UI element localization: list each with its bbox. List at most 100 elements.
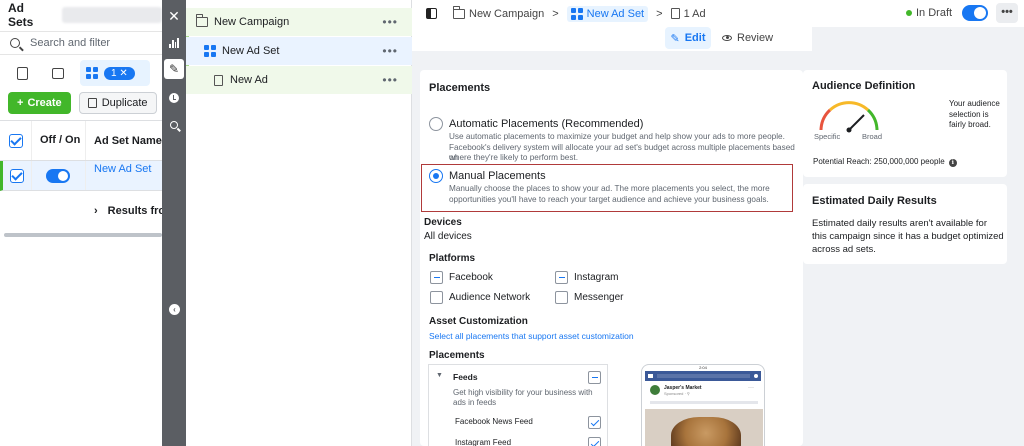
column-off-on[interactable]: Off / On bbox=[32, 121, 86, 160]
manual-placements-radio[interactable] bbox=[429, 169, 443, 183]
mode-bar: ✎ Edit Review bbox=[412, 27, 812, 51]
sponsored-label: Sponsored · ⚲ bbox=[664, 391, 690, 396]
campaign-more-icon[interactable]: ••• bbox=[382, 15, 398, 29]
platform-facebook[interactable]: Facebook bbox=[449, 272, 493, 283]
close-icon[interactable]: ✕ bbox=[164, 6, 184, 26]
audience-title: Audience Definition bbox=[812, 80, 916, 92]
feeds-title: Feeds bbox=[453, 372, 478, 382]
audience-definition-card: Audience Definition Specific Broad Your … bbox=[803, 70, 1007, 177]
adset-toggle[interactable] bbox=[46, 168, 70, 183]
gauge-yellow-arc bbox=[828, 101, 870, 112]
create-button[interactable]: + Create bbox=[8, 92, 71, 114]
tree-item-campaign[interactable]: New Campaign ••• bbox=[186, 8, 412, 36]
duplicate-button[interactable]: Duplicate bbox=[78, 92, 157, 114]
selected-count-badge[interactable]: 1 ✕ bbox=[104, 66, 135, 80]
tab-campaigns[interactable] bbox=[8, 60, 36, 86]
placements-card: Placements Automatic Placements (Recomme… bbox=[420, 70, 803, 446]
adset-more-icon[interactable]: ••• bbox=[382, 44, 398, 58]
manual-desc-1: Manually choose the places to show your … bbox=[449, 184, 770, 193]
results-row[interactable]: › Results from bbox=[0, 191, 162, 231]
results-label: Results from bbox=[107, 205, 162, 217]
blurred-account-id bbox=[62, 7, 162, 23]
adset-grid-icon bbox=[86, 67, 98, 79]
manual-placements-label[interactable]: Manual Placements bbox=[449, 170, 546, 182]
view-tabs: 1 ✕ bbox=[8, 60, 150, 86]
tree-adset-label: New Ad Set bbox=[222, 45, 280, 57]
facebook-feed-checkbox[interactable] bbox=[588, 416, 601, 429]
instagram-checkbox[interactable] bbox=[555, 271, 568, 284]
ad-more-icon[interactable]: ••• bbox=[382, 73, 398, 87]
tree-item-ad[interactable]: New Ad ••• bbox=[186, 66, 412, 94]
table-row[interactable]: New Ad Set bbox=[0, 161, 162, 191]
sidebar-toggle-icon[interactable] bbox=[426, 8, 437, 19]
breadcrumb-separator: > bbox=[656, 7, 663, 20]
structure-tree: New Campaign ••• New Ad Set ••• New Ad •… bbox=[186, 0, 412, 446]
page-avatar bbox=[650, 385, 660, 395]
feed-item-instagram[interactable]: Instagram Feed bbox=[455, 438, 511, 446]
edit-button[interactable]: ✎ Edit bbox=[665, 27, 711, 49]
publish-toggle[interactable] bbox=[962, 5, 988, 21]
asset-customization-link[interactable]: Select all placements that support asset… bbox=[429, 331, 634, 341]
folder-icon bbox=[52, 67, 64, 79]
automatic-desc-1: Use automatic placements to maximize you… bbox=[449, 132, 785, 141]
manual-desc-2: opportunities you'll have to reach your … bbox=[449, 194, 769, 204]
placements-title: Placements bbox=[429, 82, 491, 94]
tree-campaign-label: New Campaign bbox=[214, 16, 290, 28]
devices-value[interactable]: All devices bbox=[424, 231, 472, 242]
adsets-title: Ad Sets bbox=[8, 1, 34, 29]
edit-label: Edit bbox=[684, 32, 706, 44]
info-icon[interactable]: ℹ bbox=[948, 159, 957, 167]
review-button[interactable]: Review bbox=[722, 27, 773, 49]
more-options-button[interactable]: ••• bbox=[996, 3, 1018, 23]
burger-image bbox=[671, 417, 741, 446]
horizontal-scrollbar[interactable] bbox=[4, 233, 162, 237]
adset-name-link[interactable]: New Ad Set bbox=[86, 161, 162, 175]
breadcrumb-campaign[interactable]: New Campaign bbox=[469, 8, 544, 20]
adsets-table: Off / On Ad Set Name New Ad Set › Result… bbox=[0, 120, 162, 231]
platform-instagram[interactable]: Instagram bbox=[574, 272, 618, 283]
chart-icon[interactable] bbox=[164, 33, 184, 53]
collapse-triangle-icon[interactable]: ▼ bbox=[436, 372, 443, 379]
platform-audience-network[interactable]: Audience Network bbox=[449, 292, 530, 303]
eye-icon bbox=[722, 35, 732, 41]
folder-icon bbox=[195, 14, 208, 27]
select-all-checkbox[interactable] bbox=[8, 133, 23, 148]
column-adset-name[interactable]: Ad Set Name bbox=[86, 135, 162, 147]
breadcrumb-ads[interactable]: 1 Ad bbox=[684, 8, 706, 20]
clipboard-icon bbox=[16, 66, 28, 80]
editor-main: New Campaign > New Ad Set > 1 Ad In Draf… bbox=[412, 0, 1024, 446]
status-label: In Draft bbox=[916, 7, 953, 19]
search-zoom-icon[interactable] bbox=[164, 115, 184, 135]
tab-folders[interactable] bbox=[44, 60, 72, 86]
instagram-feed-checkbox[interactable] bbox=[588, 437, 601, 446]
search-filter[interactable]: Search and filter bbox=[0, 31, 162, 55]
estimated-title: Estimated Daily Results bbox=[812, 195, 937, 207]
camera-icon bbox=[648, 374, 653, 378]
search-placeholder: Search and filter bbox=[30, 37, 111, 49]
select-all-cell bbox=[0, 121, 32, 160]
messenger-icon bbox=[754, 374, 758, 378]
platforms-label: Platforms bbox=[429, 253, 476, 264]
ad-preview-phone: 2:04 Jasper's Market Sponsored · ⚲ ··· bbox=[641, 364, 765, 446]
duplicate-label: Duplicate bbox=[101, 97, 148, 109]
gauge-specific-label: Specific bbox=[814, 132, 841, 141]
breadcrumb-adset[interactable]: New Ad Set bbox=[566, 5, 649, 22]
platform-messenger[interactable]: Messenger bbox=[574, 292, 623, 303]
tree-item-adset[interactable]: New Ad Set ••• bbox=[186, 37, 412, 65]
messenger-checkbox[interactable] bbox=[555, 291, 568, 304]
pencil-icon[interactable]: ✎ bbox=[164, 59, 184, 79]
automatic-placements-radio[interactable] bbox=[429, 117, 443, 131]
collapse-chevron-icon[interactable]: ‹ bbox=[169, 304, 180, 315]
feed-item-facebook[interactable]: Facebook News Feed bbox=[455, 417, 533, 426]
vertical-toolbar: ✕ ✎ ‹ bbox=[162, 0, 186, 446]
adsets-header: Ad Sets bbox=[0, 0, 162, 30]
automatic-placements-label[interactable]: Automatic Placements (Recommended) bbox=[449, 118, 643, 130]
tab-adsets[interactable]: 1 ✕ bbox=[80, 60, 150, 86]
feeds-checkbox[interactable] bbox=[588, 371, 601, 384]
audience-network-checkbox[interactable] bbox=[430, 291, 443, 304]
gauge-pivot bbox=[846, 127, 852, 133]
clock-icon[interactable] bbox=[164, 88, 184, 108]
row-checkbox[interactable] bbox=[10, 168, 24, 183]
facebook-checkbox[interactable] bbox=[430, 271, 443, 284]
adset-grid-icon bbox=[204, 45, 216, 57]
